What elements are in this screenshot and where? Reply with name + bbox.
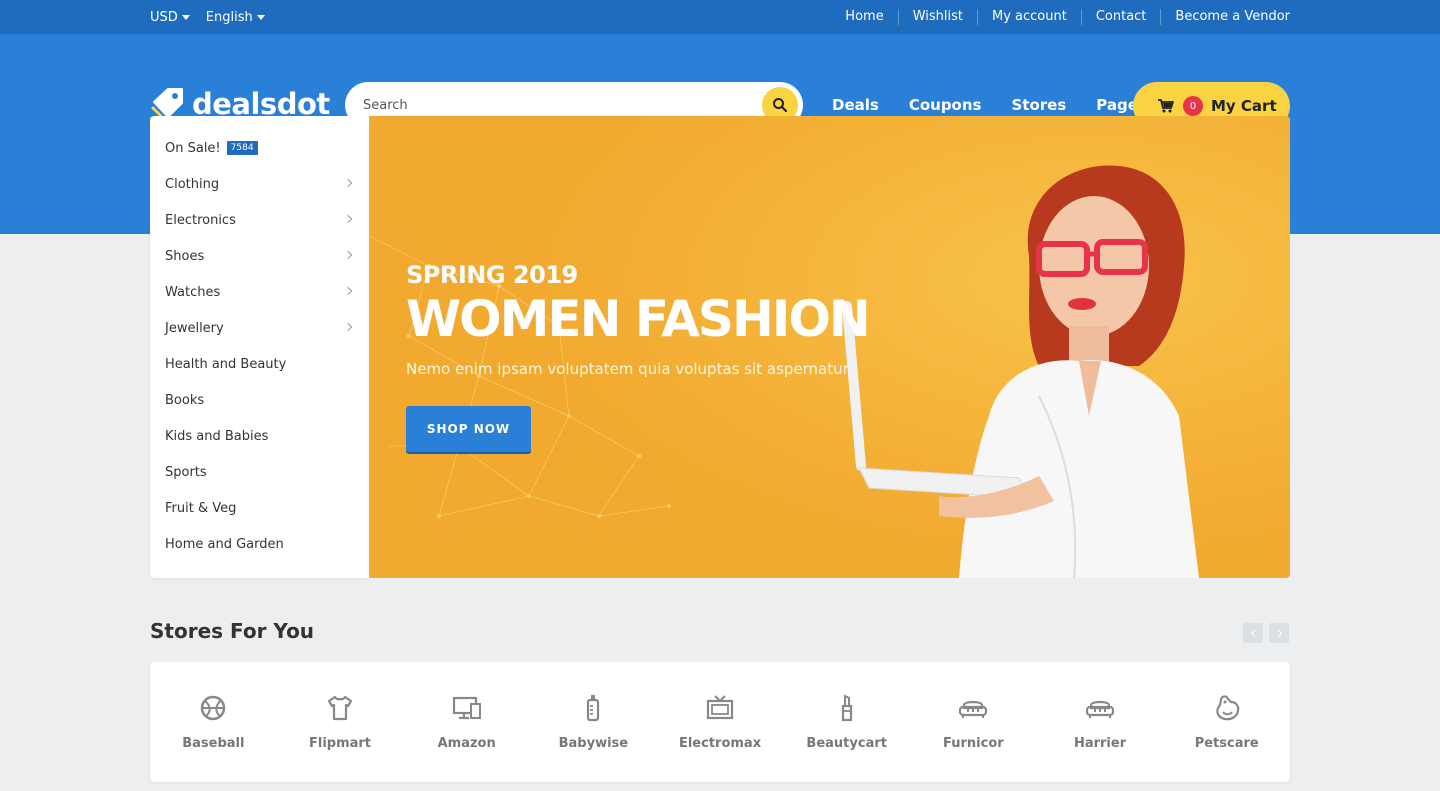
store-furnicor[interactable]: Furnicor [910, 662, 1037, 782]
topbar-link-contact[interactable]: Contact [1080, 9, 1161, 25]
category-sports[interactable]: Sports [150, 454, 369, 490]
sale-count-badge: 7584 [226, 141, 258, 155]
shop-now-button[interactable]: SHOP NOW [406, 406, 531, 452]
store-name: Babywise [558, 736, 629, 751]
chevron-right-icon [343, 214, 353, 224]
store-harrier[interactable]: Harrier [1037, 662, 1164, 782]
nav-deals[interactable]: Deals [832, 96, 879, 114]
chevron-right-icon [1274, 629, 1282, 637]
category-label: Books [165, 392, 205, 408]
category-menu: On Sale! 7584 Clothing Electronics Shoes… [150, 116, 369, 578]
store-name: Harrier [1073, 736, 1127, 751]
store-name: Electromax [678, 736, 762, 751]
category-jewellery[interactable]: Jewellery [150, 310, 369, 346]
language-label: English [205, 9, 253, 25]
category-shoes[interactable]: Shoes [150, 238, 369, 274]
category-books[interactable]: Books [150, 382, 369, 418]
category-watches[interactable]: Watches [150, 274, 369, 310]
nav-stores[interactable]: Stores [1011, 96, 1066, 114]
topbar-link-become-vendor[interactable]: Become a Vendor [1160, 9, 1290, 25]
category-label: Health and Beauty [165, 356, 287, 372]
computer-icon [452, 696, 481, 720]
category-label: Watches [165, 284, 221, 300]
store-name: Furnicor [943, 736, 1004, 751]
cart-label: My Cart [1211, 97, 1277, 115]
store-babywise[interactable]: Babywise [530, 662, 657, 782]
sofa-icon [1085, 700, 1115, 718]
category-label: Shoes [165, 248, 205, 264]
category-label: Home and Garden [165, 536, 284, 552]
topbar-link-my-account[interactable]: My account [976, 9, 1081, 25]
store-flipmart[interactable]: Flipmart [277, 662, 404, 782]
category-label: Jewellery [165, 320, 224, 336]
stores-section-title: Stores For You [150, 619, 315, 643]
category-kids-babies[interactable]: Kids and Babies [150, 418, 369, 454]
carousel-prev-button[interactable] [1243, 623, 1263, 643]
category-label: Fruit & Veg [165, 500, 237, 516]
store-name: Baseball [182, 736, 245, 751]
basketball-icon [201, 695, 226, 721]
category-label: Kids and Babies [165, 428, 269, 444]
store-electromax[interactable]: Electromax [657, 662, 784, 782]
tv-icon [706, 695, 734, 720]
category-label: Electronics [165, 212, 236, 228]
stores-carousel: Baseball Flipmart Amazon Babywise Electr… [150, 662, 1290, 782]
store-name: Flipmart [308, 736, 372, 751]
chevron-left-icon [1250, 629, 1258, 637]
store-name: Beautycart [806, 736, 887, 751]
topbar-left: USD English [150, 0, 265, 34]
chevron-right-icon [343, 286, 353, 296]
chevron-down-icon [181, 14, 190, 20]
topbar-link-home[interactable]: Home [831, 9, 897, 25]
category-electronics[interactable]: Electronics [150, 202, 369, 238]
hero-subtitle: Nemo enim ipsam voluptatem quia voluptas… [406, 360, 853, 378]
category-fruit-veg[interactable]: Fruit & Veg [150, 490, 369, 526]
store-petscare[interactable]: Petscare [1163, 662, 1290, 782]
carousel-next-button[interactable] [1269, 623, 1289, 643]
category-clothing[interactable]: Clothing [150, 166, 369, 202]
category-on-sale[interactable]: On Sale! 7584 [150, 130, 369, 166]
store-beautycart[interactable]: Beautycart [783, 662, 910, 782]
hero-kicker: SPRING 2019 [406, 261, 578, 289]
pet-icon [1216, 695, 1239, 721]
chevron-right-icon [343, 322, 353, 332]
sofa-icon [959, 700, 988, 718]
store-baseball[interactable]: Baseball [150, 662, 277, 782]
baby-bottle-icon [587, 695, 600, 722]
category-label: Sports [165, 464, 207, 480]
category-label: Clothing [165, 176, 220, 192]
nav-coupons[interactable]: Coupons [909, 96, 982, 114]
chevron-right-icon [343, 250, 353, 260]
lipstick-icon [841, 694, 852, 722]
currency-label: USD [150, 9, 178, 25]
category-label: On Sale! [165, 140, 221, 156]
store-name: Amazon [437, 736, 496, 751]
woman-with-laptop-image [842, 165, 1199, 578]
topbar-link-wishlist[interactable]: Wishlist [897, 9, 977, 25]
topbar-links: Home Wishlist My account Contact Become … [831, 0, 1290, 34]
chevron-down-icon [256, 14, 265, 20]
search-icon [773, 98, 788, 113]
stores-carousel-controls [1243, 623, 1289, 643]
category-health-beauty[interactable]: Health and Beauty [150, 346, 369, 382]
top-bar: USD English Home Wishlist My account Con… [0, 0, 1440, 34]
store-name: Petscare [1194, 736, 1259, 751]
store-amazon[interactable]: Amazon [403, 662, 530, 782]
hero-title: WOMEN FASHION [406, 290, 871, 348]
cart-icon [1158, 99, 1174, 113]
language-select[interactable]: English [206, 10, 265, 25]
tshirt-icon [327, 695, 353, 721]
search-input[interactable] [363, 97, 743, 113]
chevron-right-icon [343, 178, 353, 188]
category-home-garden[interactable]: Home and Garden [150, 526, 369, 562]
cart-count-badge: 0 [1183, 96, 1203, 116]
currency-select[interactable]: USD [150, 10, 190, 25]
hero-banner: SPRING 2019 WOMEN FASHION Nemo enim ipsa… [369, 116, 1290, 578]
